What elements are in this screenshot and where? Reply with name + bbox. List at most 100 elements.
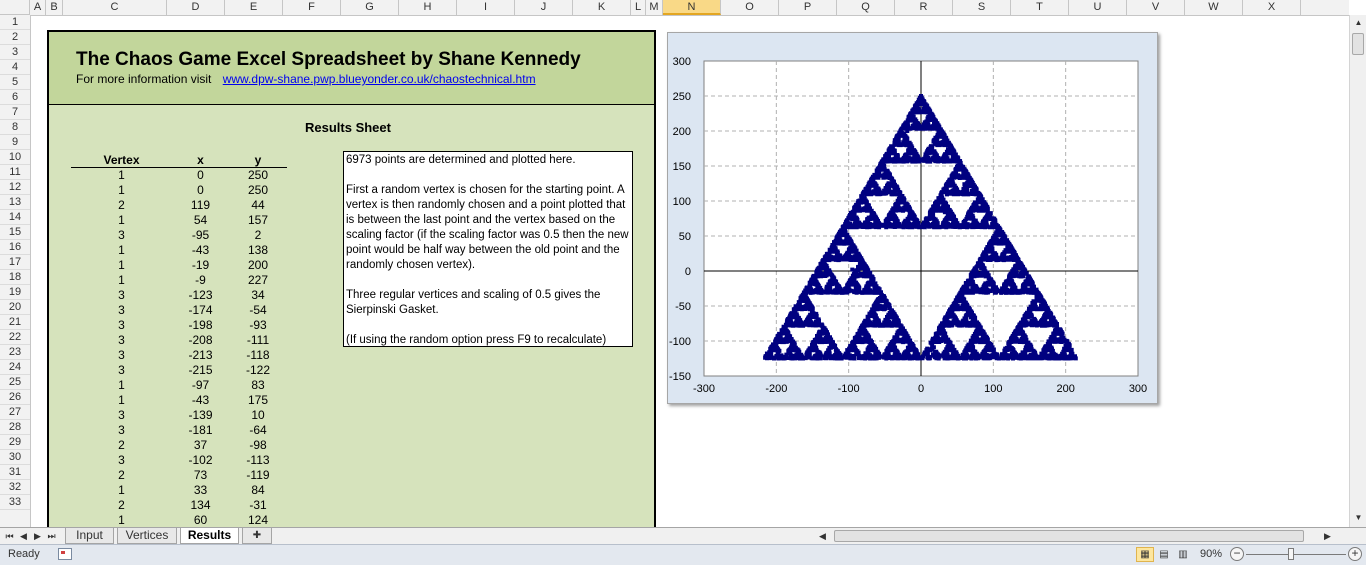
y-cell[interactable]: 138 <box>229 243 287 258</box>
row-header-12[interactable]: 12 <box>0 180 30 195</box>
row-header-16[interactable]: 16 <box>0 240 30 255</box>
column-header-l[interactable]: L <box>631 0 646 15</box>
x-cell[interactable]: 0 <box>172 168 229 184</box>
row-header-2[interactable]: 2 <box>0 30 30 45</box>
x-cell[interactable]: -213 <box>172 348 229 363</box>
vertex-cell[interactable]: 2 <box>71 198 172 213</box>
column-header-f[interactable]: F <box>283 0 341 15</box>
scroll-up-icon[interactable]: ▲ <box>1351 15 1366 30</box>
x-cell[interactable]: -139 <box>172 408 229 423</box>
row-header-11[interactable]: 11 <box>0 165 30 180</box>
zoom-slider-thumb[interactable] <box>1288 548 1294 560</box>
scroll-right-icon[interactable]: ▶ <box>1322 529 1333 543</box>
column-header-q[interactable]: Q <box>837 0 895 15</box>
x-cell[interactable]: -181 <box>172 423 229 438</box>
page-layout-icon[interactable]: ▤ <box>1155 547 1173 562</box>
row-header-5[interactable]: 5 <box>0 75 30 90</box>
first-sheet-icon[interactable]: ⏮ <box>4 529 15 543</box>
vertex-cell[interactable]: 1 <box>71 273 172 288</box>
vertex-cell[interactable]: 3 <box>71 423 172 438</box>
y-cell[interactable]: 2 <box>229 228 287 243</box>
row-header-32[interactable]: 32 <box>0 480 30 495</box>
x-cell[interactable]: -43 <box>172 393 229 408</box>
vertex-cell[interactable]: 1 <box>71 483 172 498</box>
vertex-cell[interactable]: 1 <box>71 183 172 198</box>
x-cell[interactable]: -198 <box>172 318 229 333</box>
column-header-x[interactable]: X <box>1243 0 1301 15</box>
row-header-28[interactable]: 28 <box>0 420 30 435</box>
y-cell[interactable]: 44 <box>229 198 287 213</box>
x-cell[interactable]: 60 <box>172 513 229 528</box>
zoom-level[interactable]: 90% <box>1200 548 1222 560</box>
row-header-8[interactable]: 8 <box>0 120 30 135</box>
row-header-23[interactable]: 23 <box>0 345 30 360</box>
vertex-cell[interactable]: 3 <box>71 303 172 318</box>
y-cell[interactable]: -122 <box>229 363 287 378</box>
x-cell[interactable]: 33 <box>172 483 229 498</box>
insert-sheet-icon[interactable]: ✚ <box>242 528 272 544</box>
row-header-25[interactable]: 25 <box>0 375 30 390</box>
info-link[interactable]: www.dpw-shane.pwp.blueyonder.co.uk/chaos… <box>223 72 536 86</box>
tab-results[interactable]: Results <box>180 528 239 544</box>
column-header-b[interactable]: B <box>46 0 63 15</box>
vertex-cell[interactable]: 3 <box>71 453 172 468</box>
row-header-24[interactable]: 24 <box>0 360 30 375</box>
column-header-a[interactable]: A <box>30 0 46 15</box>
y-cell[interactable]: 83 <box>229 378 287 393</box>
row-header-18[interactable]: 18 <box>0 270 30 285</box>
x-cell[interactable]: 37 <box>172 438 229 453</box>
last-sheet-icon[interactable]: ⏭ <box>46 529 57 543</box>
vertex-cell[interactable]: 3 <box>71 348 172 363</box>
vertex-cell[interactable]: 3 <box>71 333 172 348</box>
y-cell[interactable]: 250 <box>229 183 287 198</box>
x-cell[interactable]: -43 <box>172 243 229 258</box>
column-header-g[interactable]: G <box>341 0 399 15</box>
y-cell[interactable]: -113 <box>229 453 287 468</box>
zoom-in-icon[interactable]: + <box>1348 547 1362 561</box>
row-header-10[interactable]: 10 <box>0 150 30 165</box>
y-cell[interactable]: 157 <box>229 213 287 228</box>
select-all-corner[interactable] <box>0 0 30 15</box>
x-cell[interactable]: -102 <box>172 453 229 468</box>
column-header-w[interactable]: W <box>1185 0 1243 15</box>
x-cell[interactable]: -174 <box>172 303 229 318</box>
column-header-t[interactable]: T <box>1011 0 1069 15</box>
row-header-7[interactable]: 7 <box>0 105 30 120</box>
row-header-20[interactable]: 20 <box>0 300 30 315</box>
column-header-v[interactable]: V <box>1127 0 1185 15</box>
column-header-o[interactable]: O <box>721 0 779 15</box>
vertical-scrollbar[interactable]: ▲ ▼ <box>1349 15 1366 527</box>
macro-record-icon[interactable] <box>58 548 72 560</box>
row-header-27[interactable]: 27 <box>0 405 30 420</box>
vertex-cell[interactable]: 2 <box>71 498 172 513</box>
column-header-c[interactable]: C <box>63 0 167 15</box>
x-cell[interactable]: 119 <box>172 198 229 213</box>
column-header-s[interactable]: S <box>953 0 1011 15</box>
vertex-cell[interactable]: 2 <box>71 438 172 453</box>
x-cell[interactable]: -97 <box>172 378 229 393</box>
y-cell[interactable]: -111 <box>229 333 287 348</box>
y-cell[interactable]: -98 <box>229 438 287 453</box>
y-cell[interactable]: 250 <box>229 168 287 184</box>
vertex-cell[interactable]: 3 <box>71 228 172 243</box>
row-header-13[interactable]: 13 <box>0 195 30 210</box>
tab-input[interactable]: Input <box>65 528 114 544</box>
column-header-u[interactable]: U <box>1069 0 1127 15</box>
row-header-15[interactable]: 15 <box>0 225 30 240</box>
x-cell[interactable]: -95 <box>172 228 229 243</box>
row-header-17[interactable]: 17 <box>0 255 30 270</box>
vertex-cell[interactable]: 1 <box>71 258 172 273</box>
prev-sheet-icon[interactable]: ◀ <box>18 529 29 543</box>
column-header-r[interactable]: R <box>895 0 953 15</box>
column-header-n[interactable]: N <box>663 0 721 15</box>
vertex-cell[interactable]: 1 <box>71 513 172 528</box>
column-header-m[interactable]: M <box>646 0 663 15</box>
row-header-33[interactable]: 33 <box>0 495 30 510</box>
column-header-i[interactable]: I <box>457 0 515 15</box>
column-header-j[interactable]: J <box>515 0 573 15</box>
y-cell[interactable]: 227 <box>229 273 287 288</box>
vertex-cell[interactable]: 3 <box>71 363 172 378</box>
vertex-cell[interactable]: 1 <box>71 378 172 393</box>
row-header-21[interactable]: 21 <box>0 315 30 330</box>
x-cell[interactable]: -9 <box>172 273 229 288</box>
